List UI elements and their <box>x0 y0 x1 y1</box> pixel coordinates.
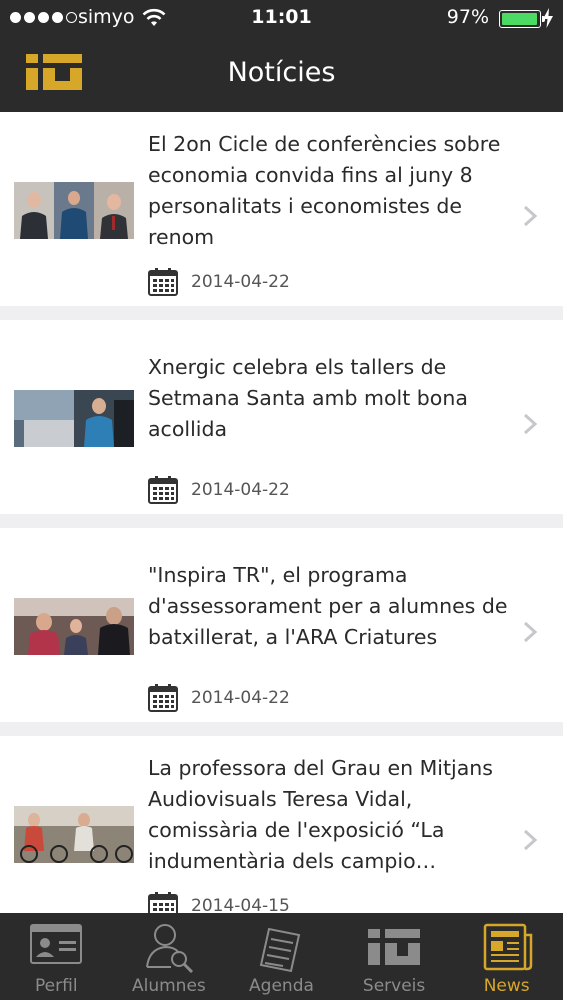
news-date-row: 2014-04-15 <box>148 892 290 913</box>
notebook-icon <box>260 927 301 973</box>
user-search-icon <box>145 924 193 973</box>
news-item[interactable]: "Inspira TR", el programa d'assessoramen… <box>0 528 563 722</box>
news-date: 2014-04-22 <box>191 480 290 500</box>
id-card-icon <box>30 924 83 964</box>
news-date: 2014-04-22 <box>191 688 290 708</box>
tab-alumnes[interactable]: Alumnes <box>113 913 226 1000</box>
tab-news[interactable]: News <box>450 913 563 1000</box>
news-item[interactable]: El 2on Cicle de conferències sobre econo… <box>0 112 563 306</box>
tab-bar: Perfil Alumnes Agenda Serveis News <box>0 913 563 1000</box>
chevron-right-icon <box>523 829 538 851</box>
tab-serveis[interactable]: Serveis <box>338 913 451 1000</box>
news-thumbnail <box>14 806 134 863</box>
calendar-icon <box>148 476 178 504</box>
news-date: 2014-04-15 <box>191 896 290 913</box>
news-headline: Xnergic celebra els tallers de Setmana S… <box>148 355 468 441</box>
tab-perfil[interactable]: Perfil <box>0 913 113 1000</box>
tab-label: Perfil <box>35 976 78 996</box>
chevron-right-icon <box>523 205 538 227</box>
news-date-row: 2014-04-22 <box>148 684 290 712</box>
tab-agenda[interactable]: Agenda <box>225 913 338 1000</box>
news-thumbnail <box>14 390 134 447</box>
news-headline: El 2on Cicle de conferències sobre econo… <box>148 132 501 249</box>
news-date: 2014-04-22 <box>191 272 290 292</box>
status-bar: simyo 11:01 97% <box>0 0 563 38</box>
news-date-row: 2014-04-22 <box>148 268 290 296</box>
news-item[interactable]: La professora del Grau en Mitjans Audiov… <box>0 736 563 913</box>
tab-label: News <box>483 976 530 996</box>
battery-percentage: 97% <box>446 6 489 28</box>
news-thumbnail <box>14 598 134 655</box>
tab-label: Alumnes <box>132 976 206 996</box>
services-logo-icon <box>368 929 421 965</box>
page-title: Notícies <box>227 57 336 88</box>
calendar-icon <box>148 892 178 913</box>
app-header: simyo 11:01 97% Notícies <box>0 0 563 112</box>
battery-icon <box>499 10 545 28</box>
chevron-right-icon <box>523 413 538 435</box>
news-headline: "Inspira TR", el programa d'assessoramen… <box>148 563 508 649</box>
calendar-icon <box>148 684 178 712</box>
news-item[interactable]: Xnergic celebra els tallers de Setmana S… <box>0 320 563 514</box>
tab-label: Serveis <box>362 976 426 996</box>
news-headline: La professora del Grau en Mitjans Audiov… <box>148 756 493 873</box>
charging-bolt-icon <box>543 8 553 28</box>
news-thumbnail <box>14 182 134 239</box>
tab-label: Agenda <box>249 976 314 996</box>
newspaper-icon <box>483 923 532 971</box>
calendar-icon <box>148 268 178 296</box>
chevron-right-icon <box>523 621 538 643</box>
news-date-row: 2014-04-22 <box>148 476 290 504</box>
